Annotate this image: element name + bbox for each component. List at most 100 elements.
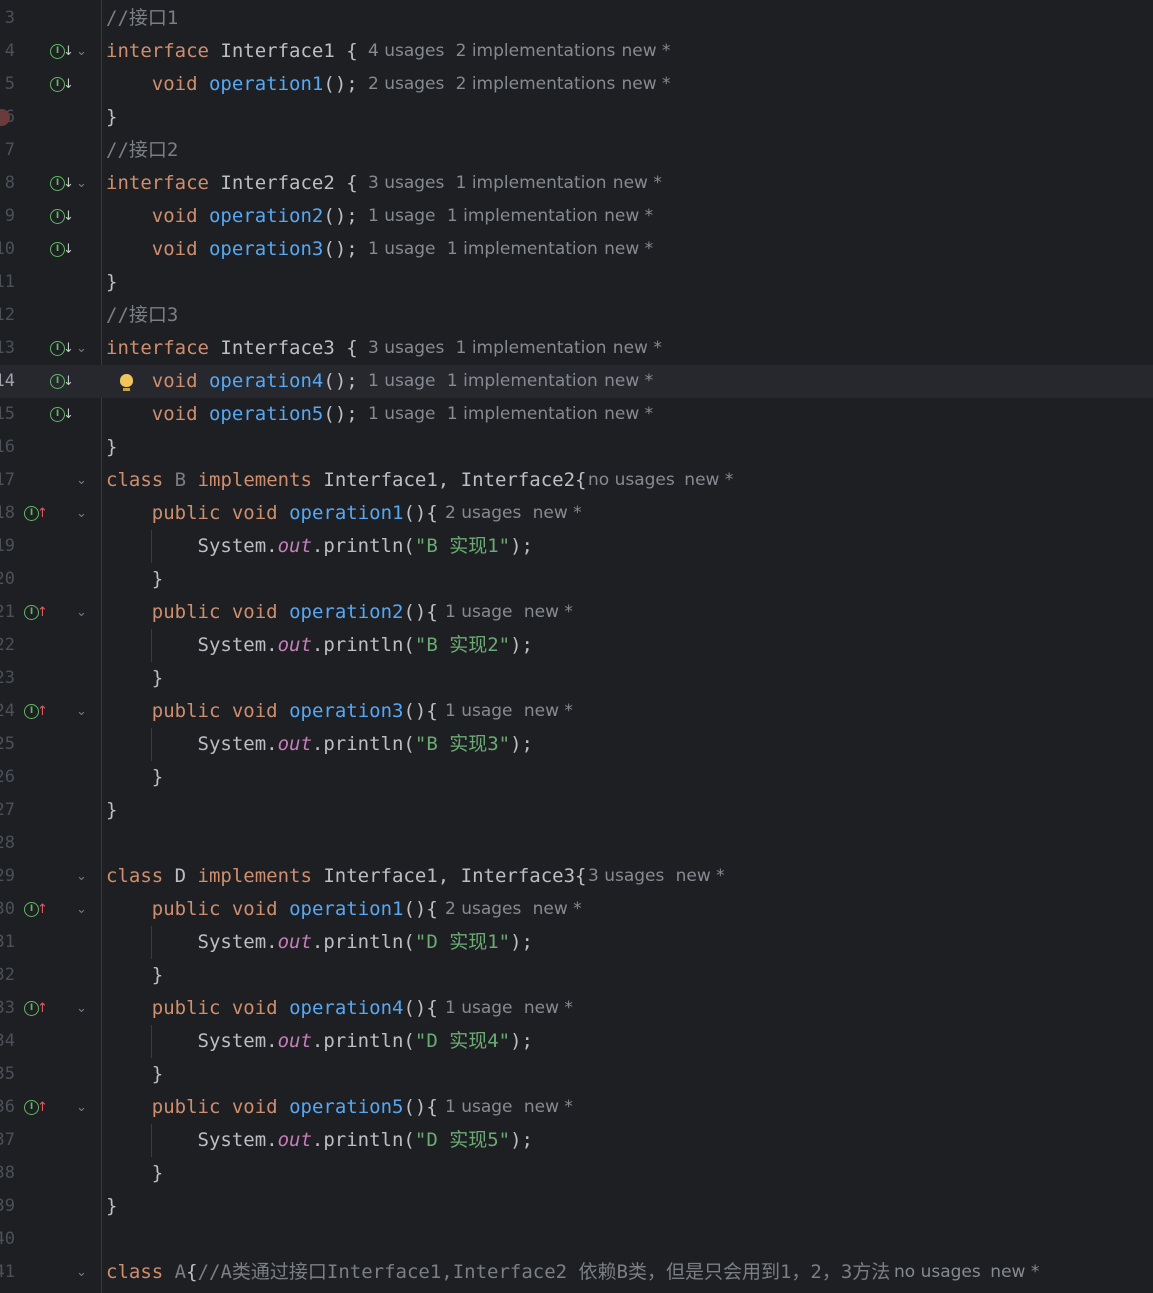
code-line[interactable]: 11} (0, 266, 1153, 299)
inlay-hint-usages[interactable]: 3 usages (588, 860, 664, 893)
code-line[interactable]: 24I↑⌄ public void operation3(){1 usagene… (0, 695, 1153, 728)
code-line[interactable]: 34 System.out.println("D 实现4"); (0, 1025, 1153, 1058)
code-line[interactable]: 20 } (0, 563, 1153, 596)
inlay-hint-author[interactable]: new * (524, 695, 573, 728)
inlay-hint-author[interactable]: new * (533, 497, 582, 530)
implements-up-icon[interactable]: I ↑ (24, 497, 48, 530)
inlay-hint-usages[interactable]: 1 implementation (447, 200, 598, 233)
fold-chevron-icon[interactable]: ⌄ (76, 695, 87, 728)
inlay-hint-author[interactable]: new * (613, 332, 662, 365)
code-line[interactable]: 6} (0, 101, 1153, 134)
fold-chevron-icon[interactable]: ⌄ (76, 893, 87, 926)
code-line[interactable]: 17 ⌄ class B implements Interface1, Interf… (0, 464, 1153, 497)
inlay-hint-usages[interactable]: 1 implementation (447, 233, 598, 266)
inlay-hint-usages[interactable]: 1 usage (445, 596, 513, 629)
inlay-hint-author[interactable]: new * (524, 992, 573, 1025)
implemented-down-icon[interactable]: I ↓ (50, 68, 74, 101)
code-line[interactable]: 31 System.out.println("D 实现1"); (0, 926, 1153, 959)
inlay-hint-author[interactable]: new * (604, 365, 653, 398)
inlay-hint-usages[interactable]: 3 usages (368, 332, 444, 365)
code-editor[interactable]: 3//接口1 4 I ↓ ⌄ interface Interface1 {4 usages… (0, 0, 1153, 1293)
inlay-hint-author[interactable]: new * (622, 35, 671, 68)
fold-chevron-icon[interactable]: ⌄ (76, 167, 87, 200)
code-line[interactable]: 26 } (0, 761, 1153, 794)
code-line[interactable]: 21I↑⌄ public void operation2(){1 usagene… (0, 596, 1153, 629)
code-line[interactable]: 27} (0, 794, 1153, 827)
inlay-hint-usages[interactable]: 3 usages (368, 167, 444, 200)
implemented-down-icon[interactable]: I ↓ (50, 365, 74, 398)
code-line[interactable]: 39} (0, 1190, 1153, 1223)
inlay-hint-author[interactable]: new * (990, 1256, 1039, 1289)
inlay-hint-usages[interactable]: 1 usage (368, 200, 436, 233)
code-line[interactable]: 41 ⌄ class A{//A类通过接口Interface1,Interface2… (0, 1256, 1153, 1289)
code-line[interactable]: 16} (0, 431, 1153, 464)
inlay-hint-usages[interactable]: no usages (894, 1256, 981, 1289)
inlay-hint-usages[interactable]: 1 implementation (447, 398, 598, 431)
inlay-hint-usages[interactable]: 1 usage (445, 695, 513, 728)
inlay-hint-author[interactable]: new * (533, 893, 582, 926)
code-line[interactable]: 36I↑⌄ public void operation5(){1 usagene… (0, 1091, 1153, 1124)
implements-up-icon[interactable]: I ↑ (24, 596, 48, 629)
inlay-hint-usages[interactable]: 2 implementations (456, 68, 616, 101)
inlay-hint-usages[interactable]: 2 usages (445, 893, 521, 926)
implemented-down-icon[interactable]: I ↓ (50, 35, 74, 68)
code-line[interactable]: 15 I↓ void operation5(); 1 usage 1 implemen… (0, 398, 1153, 431)
implemented-down-icon[interactable]: I ↓ (50, 167, 74, 200)
code-line[interactable]: 28 (0, 827, 1153, 860)
code-line[interactable]: 18I↑⌄ public void operation1(){2 usagesn… (0, 497, 1153, 530)
code-line[interactable]: 8 I ↓ ⌄ interface Interface2 {3 usages 1 impl… (0, 167, 1153, 200)
inlay-hint-usages[interactable]: 1 usage (445, 992, 513, 1025)
fold-chevron-icon[interactable]: ⌄ (76, 332, 87, 365)
code-line[interactable]: 10 I↓ void operation3(); 1 usage 1 implemen… (0, 233, 1153, 266)
inlay-hint-usages[interactable]: 2 usages (445, 497, 521, 530)
inlay-hint-usages[interactable]: 1 usage (445, 1091, 513, 1124)
code-line[interactable]: 33I↑⌄ public void operation4(){1 usagene… (0, 992, 1153, 1025)
inlay-hint-author[interactable]: new * (622, 68, 671, 101)
fold-chevron-icon[interactable]: ⌄ (76, 860, 87, 893)
inlay-hint-author[interactable]: new * (604, 398, 653, 431)
code-line[interactable]: 4 I ↓ ⌄ interface Interface1 {4 usages 2 impl… (0, 35, 1153, 68)
code-line[interactable]: 9 I ↓ void operation2(); 1 usage 1 implement… (0, 200, 1153, 233)
inlay-hint-usages[interactable]: 1 implementation (456, 167, 607, 200)
code-line[interactable]: 40 (0, 1223, 1153, 1256)
inlay-hint-author[interactable]: new * (604, 200, 653, 233)
implements-up-icon[interactable]: I ↑ (24, 893, 48, 926)
inlay-hint-usages[interactable]: no usages (588, 464, 675, 497)
inlay-hint-usages[interactable]: 1 usage (368, 365, 436, 398)
code-line[interactable]: 29 ⌄ class D implements Interface1, Interf… (0, 860, 1153, 893)
inlay-hint-author[interactable]: new * (604, 233, 653, 266)
implemented-down-icon[interactable]: I ↓ (50, 200, 74, 233)
code-line[interactable]: 32 } (0, 959, 1153, 992)
implemented-down-icon[interactable]: I ↓ (50, 233, 74, 266)
implements-up-icon[interactable]: I ↑ (24, 1091, 48, 1124)
fold-chevron-icon[interactable]: ⌄ (76, 1256, 87, 1289)
code-line[interactable]: 5 I ↓ void operation1(); 2 usages 2 implemen… (0, 68, 1153, 101)
code-line[interactable]: 25 System.out.println("B 实现3"); (0, 728, 1153, 761)
fold-chevron-icon[interactable]: ⌄ (76, 497, 87, 530)
inlay-hint-usages[interactable]: 1 usage (368, 233, 436, 266)
inlay-hint-author[interactable]: new * (613, 167, 662, 200)
inlay-hint-usages[interactable]: 2 implementations (456, 35, 616, 68)
code-line[interactable]: 23 } (0, 662, 1153, 695)
code-line[interactable]: 7 //接口2 (0, 134, 1153, 167)
inlay-hint-usages[interactable]: 1 usage (368, 398, 436, 431)
inlay-hint-usages[interactable]: 1 implementation (456, 332, 607, 365)
fold-chevron-icon[interactable]: ⌄ (76, 464, 87, 497)
inlay-hint-usages[interactable]: 4 usages (368, 35, 444, 68)
implements-up-icon[interactable]: I ↑ (24, 695, 48, 728)
code-line[interactable]: 38 } (0, 1157, 1153, 1190)
code-line-current[interactable]: 14 I↓ void operation4(); 1 usage 1 implemen… (0, 365, 1153, 398)
fold-chevron-icon[interactable]: ⌄ (76, 35, 87, 68)
fold-chevron-icon[interactable]: ⌄ (76, 1091, 87, 1124)
code-line[interactable]: 12 //接口3 (0, 299, 1153, 332)
inlay-hint-author[interactable]: new * (676, 860, 725, 893)
implemented-down-icon[interactable]: I ↓ (50, 332, 74, 365)
code-line[interactable]: 30I↑⌄ public void operation1(){2 usagesn… (0, 893, 1153, 926)
code-line[interactable]: 19 System.out.println("B 实现1"); (0, 530, 1153, 563)
inlay-hint-author[interactable]: new * (524, 596, 573, 629)
fold-chevron-icon[interactable]: ⌄ (76, 596, 87, 629)
code-line[interactable]: 22 System.out.println("B 实现2"); (0, 629, 1153, 662)
code-line[interactable]: 37 System.out.println("D 实现5"); (0, 1124, 1153, 1157)
inlay-hint-usages[interactable]: 2 usages (368, 68, 444, 101)
inlay-hint-author[interactable]: new * (684, 464, 733, 497)
